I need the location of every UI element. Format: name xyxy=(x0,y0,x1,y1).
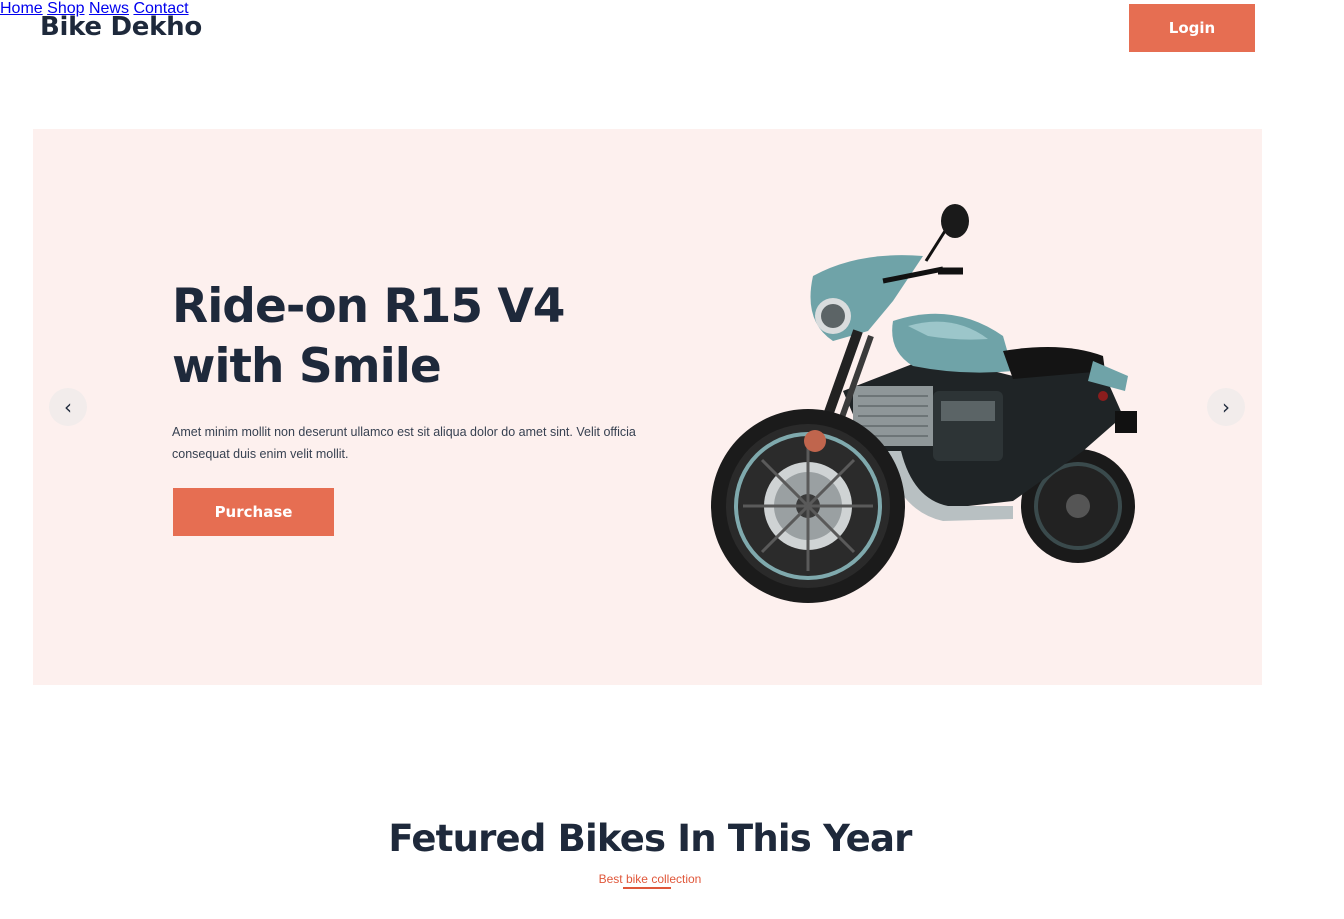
featured-section-subtitle: Best bike collection xyxy=(598,872,702,886)
login-button[interactable]: Login xyxy=(1129,4,1255,52)
nav-link-home[interactable]: Home xyxy=(0,0,43,17)
site-logo[interactable]: Bike Dekho xyxy=(40,12,202,42)
slider-prev-button[interactable]: ‹ xyxy=(49,388,87,426)
purchase-button[interactable]: Purchase xyxy=(173,488,334,536)
top-navbar: Bike Dekho Home Shop News Contact Login xyxy=(0,0,1344,60)
chevron-right-icon: › xyxy=(1222,395,1230,419)
hero-title-line-1: Ride-on R15 V4 xyxy=(172,279,565,334)
motorcycle-image xyxy=(711,204,1137,603)
hero-title-line-2: with Smile xyxy=(172,339,442,394)
hero-title: Ride-on R15 V4 with Smile xyxy=(172,277,692,397)
hero-slider: ‹ Ride-on R15 V4 with Smile Amet minim m… xyxy=(33,129,1262,685)
chevron-left-icon: ‹ xyxy=(64,395,72,419)
hero-description: Amet minim mollit non deserunt ullamco e… xyxy=(172,425,636,461)
slider-next-button[interactable]: › xyxy=(1207,388,1245,426)
featured-section-title: Fetured Bikes In This Year xyxy=(388,817,912,860)
subtitle-underline xyxy=(623,887,671,889)
